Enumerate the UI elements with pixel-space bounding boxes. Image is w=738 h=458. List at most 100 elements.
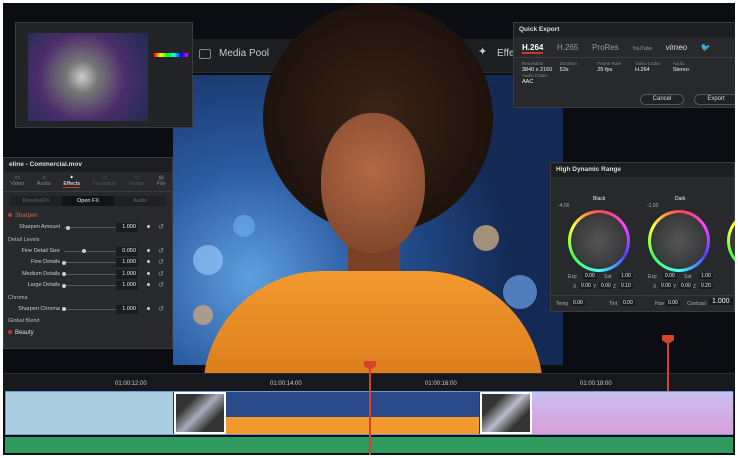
wheel-black-label: Black (593, 196, 606, 202)
color-wheel-partial[interactable] (727, 210, 735, 272)
color-wheel-dark[interactable] (648, 210, 710, 272)
transition-1[interactable] (174, 392, 226, 434)
format-youtube[interactable]: YouTube (632, 46, 652, 52)
seg-resolvefx[interactable]: ResolveFX (10, 196, 62, 206)
sharpen-chroma-value[interactable]: 1.000 (116, 304, 138, 314)
keyframe-icon (147, 283, 150, 286)
twitter-icon[interactable]: 🐦 (701, 43, 711, 52)
black-z[interactable]: 0.10 (619, 283, 633, 289)
reset-icon: ↺ (158, 270, 164, 278)
meta-video-codec: Video Codec H.264 (635, 61, 661, 73)
meta-frame-rate: Frame Rate 25 fps (597, 61, 622, 73)
black-x[interactable]: 0.00 (579, 283, 593, 289)
hue-value[interactable]: 0.00 (666, 300, 680, 306)
dark-z[interactable]: 0.20 (699, 283, 713, 289)
tab-transition[interactable]: ▭ Transition (93, 175, 117, 188)
color-warper-mesh (28, 33, 148, 121)
fine-details-slider[interactable] (62, 260, 116, 265)
sharpen-chroma-row: Sharpen Chroma 1.000 ↺ (18, 304, 164, 314)
wheel-black-top-value: -4.00 (558, 203, 570, 209)
quick-export-title: Quick Export (514, 23, 735, 37)
hue-bar[interactable] (154, 53, 188, 57)
video-clip-1[interactable] (6, 392, 174, 434)
fine-detail-size-value[interactable]: 0.050 (116, 246, 138, 256)
global-blend-heading: Global Blend (8, 318, 40, 324)
black-sat[interactable]: 1.00 (619, 273, 633, 279)
timecode-3: 01:00:16:00 (425, 381, 457, 387)
playhead[interactable] (369, 368, 371, 455)
inspector-title: eline - Commercial.mov (4, 158, 172, 172)
meta-audio-codec: Audio Codec AAC (522, 73, 548, 85)
tab-effects[interactable]: ✦ Effects (63, 175, 81, 188)
dark-sat[interactable]: 1.00 (699, 273, 713, 279)
keyframe-icon (147, 248, 150, 252)
sharpen-amount-slider[interactable] (64, 225, 116, 230)
contrast-value[interactable]: 1.000 (709, 298, 733, 305)
meta-audio: Audio Stereo (672, 61, 689, 73)
effects-wand-icon: ✦ (478, 46, 488, 58)
seg-openfx[interactable]: Open FX (62, 196, 114, 206)
large-details-slider[interactable] (62, 283, 116, 288)
sharpen-amount-row: Sharpen Amount 1.000 ↺ (19, 223, 164, 232)
dark-exp[interactable]: 0.00 (663, 273, 677, 279)
wheel-dark-label: Dark (675, 196, 686, 202)
reset-icon: ↺ (158, 259, 164, 266)
medium-details-row: Medium Details 1.000 ↺ (22, 269, 164, 279)
color-wheel-black[interactable] (568, 210, 630, 272)
medium-details-value[interactable]: 1.000 (116, 269, 138, 279)
timecode-4: 01:00:18:00 (580, 381, 612, 387)
format-vimeo[interactable]: vimeo (666, 43, 687, 52)
video-clip-2[interactable] (226, 392, 480, 434)
large-details-value[interactable]: 1.000 (116, 281, 138, 290)
media-pool-icon (199, 49, 211, 59)
effect-beauty[interactable]: Beauty (4, 327, 172, 339)
sharpen-chroma-slider[interactable] (62, 307, 116, 311)
keyframe-icon (147, 271, 150, 275)
tab-image[interactable]: ▭ Image (129, 175, 144, 188)
export-button[interactable]: Export (694, 94, 735, 105)
hdr-title: High Dynamic Range (551, 163, 734, 177)
reset-icon: ↺ (158, 224, 164, 231)
davinci-resolve-promo: Media Pool ✦ Effec Quick Export H.264 H.… (3, 3, 735, 455)
detail-levels-heading: Detail Levels (8, 236, 40, 243)
hdr-panel: High Dynamic Range Black -4.00 Dark -1.0… (550, 162, 735, 312)
tab-audio[interactable]: ♫ Audio (37, 175, 51, 188)
chroma-heading: Chroma (8, 294, 28, 301)
fine-detail-size-slider[interactable] (64, 249, 116, 253)
tab-file[interactable]: ▤ File (157, 175, 166, 188)
dark-y[interactable]: 0.00 (679, 283, 693, 289)
dark-x[interactable]: 0.00 (659, 283, 673, 289)
transition-2[interactable] (480, 392, 532, 434)
seg-audio[interactable]: Audio (114, 196, 166, 206)
timecode-2: 01:00:14:00 (270, 381, 302, 387)
secondary-playhead[interactable] (667, 341, 669, 391)
reset-icon: ↺ (158, 282, 164, 289)
temp-value[interactable]: 0.00 (571, 300, 585, 306)
meta-duration: Duration 53s (559, 61, 577, 73)
format-h265[interactable]: H.265 (557, 43, 578, 52)
reset-icon: ↺ (158, 247, 164, 255)
reset-icon: ↺ (158, 305, 164, 313)
format-h264[interactable]: H.264 (522, 43, 544, 54)
quick-export-panel: Quick Export H.264 H.265 ProRes YouTube … (513, 22, 735, 108)
keyframe-icon (147, 225, 150, 228)
meta-resolution: Resolution 3840 x 2160 (522, 61, 553, 73)
sharpen-amount-value[interactable]: 1.000 (116, 223, 138, 232)
large-details-row: Large Details 1.000 ↺ (27, 281, 164, 290)
medium-details-slider[interactable] (62, 272, 116, 276)
tab-video[interactable]: ▭ Video (10, 175, 24, 188)
wheel-dark-top-value: -1.00 (647, 203, 659, 209)
effect-sharpen[interactable]: Sharpen (4, 210, 172, 222)
cancel-button[interactable]: Cancel (640, 94, 684, 105)
secondary-playhead-handle[interactable] (662, 335, 674, 344)
media-pool-button[interactable]: Media Pool (219, 48, 269, 59)
subject-face (321, 113, 425, 253)
fine-details-value[interactable]: 1.000 (116, 258, 138, 267)
black-y[interactable]: 0.00 (599, 283, 613, 289)
black-exp[interactable]: 0.00 (583, 273, 597, 279)
fine-detail-size-row: Fine Detail Size 0.050 ↺ (21, 246, 164, 256)
keyframe-icon (147, 260, 150, 263)
video-clip-3[interactable] (532, 392, 734, 434)
format-prores[interactable]: ProRes (592, 43, 619, 52)
tint-value[interactable]: 0.00 (621, 300, 635, 306)
